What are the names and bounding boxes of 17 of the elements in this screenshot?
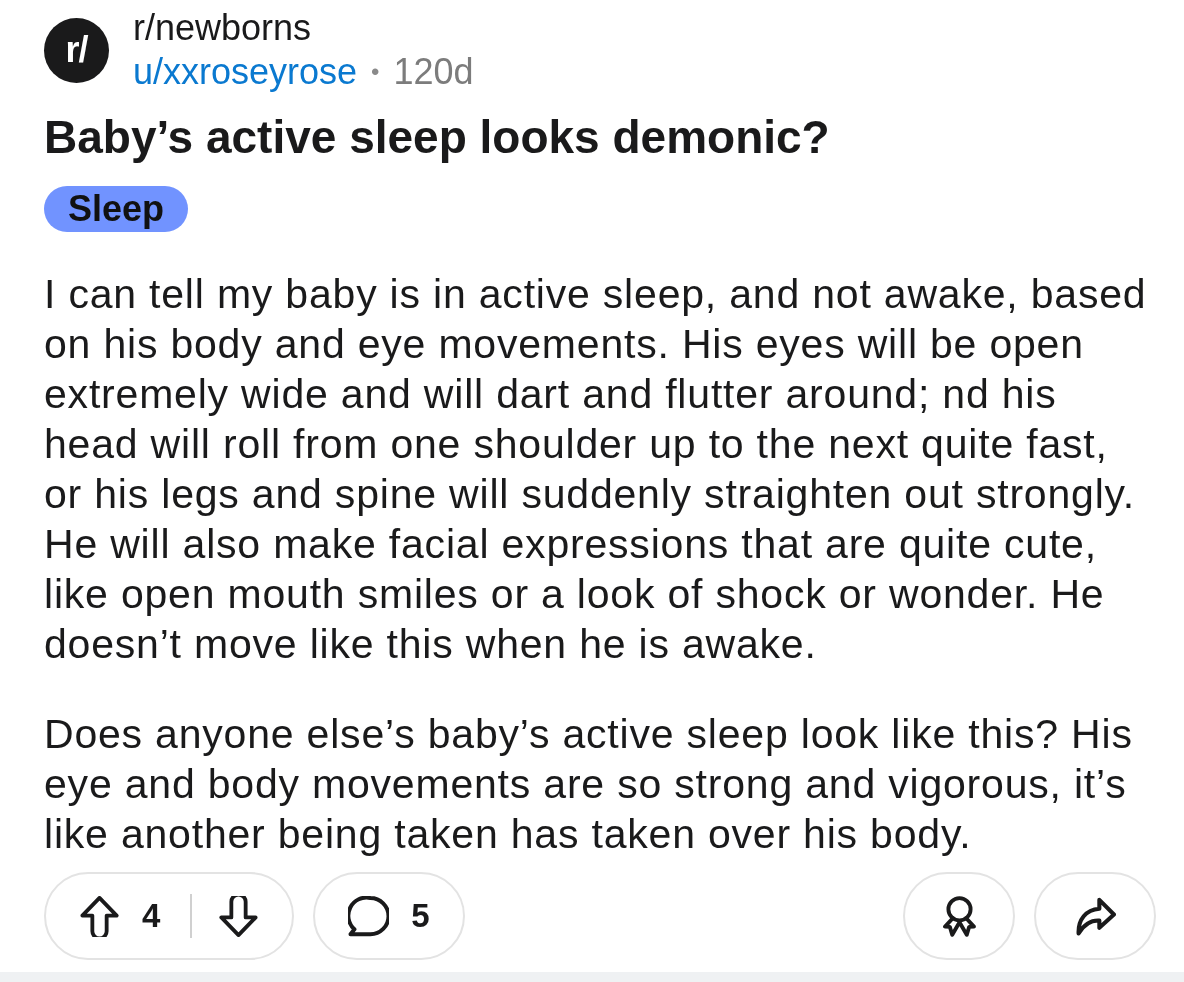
share-icon bbox=[1074, 895, 1116, 937]
subreddit-link[interactable]: r/newborns bbox=[133, 8, 312, 48]
post-title: Baby’s active sleep looks demonic? bbox=[44, 111, 831, 163]
post-body-paragraph: I can tell my baby is in active sleep, and not awake, based on his body and eye movements. His eyes will be open extremely wide and will dart and flutter around; nd his head will roll from one shoulder up to the next quite fast, or his legs and spine will suddenly straighten out strongly. He will also make facial expressions that are quite cute, like open mouth smiles or a look of shock or wonder. He doesn’t move like this when he is awake. bbox=[44, 270, 1148, 669]
post-age: 120d bbox=[393, 52, 474, 92]
downvote-button[interactable] bbox=[218, 895, 260, 937]
author-link[interactable]: u/xxroseyrose bbox=[133, 52, 358, 92]
flair-tag[interactable]: Sleep bbox=[44, 186, 189, 232]
vote-score: 4 bbox=[142, 897, 161, 935]
upvote-button[interactable] bbox=[79, 895, 120, 937]
subreddit-avatar[interactable]: r/ bbox=[44, 17, 109, 83]
upvote-icon bbox=[79, 895, 120, 937]
separator-dot: • bbox=[371, 57, 380, 87]
comment-icon bbox=[348, 895, 390, 937]
downvote-icon bbox=[218, 895, 260, 937]
comments-button[interactable]: 5 bbox=[313, 872, 465, 960]
post-body-paragraph: Does anyone else’s baby’s active sleep look like this? His eye and body movements are so strong and vigorous, it’s like another being taken has taken over his body. bbox=[44, 710, 1134, 859]
